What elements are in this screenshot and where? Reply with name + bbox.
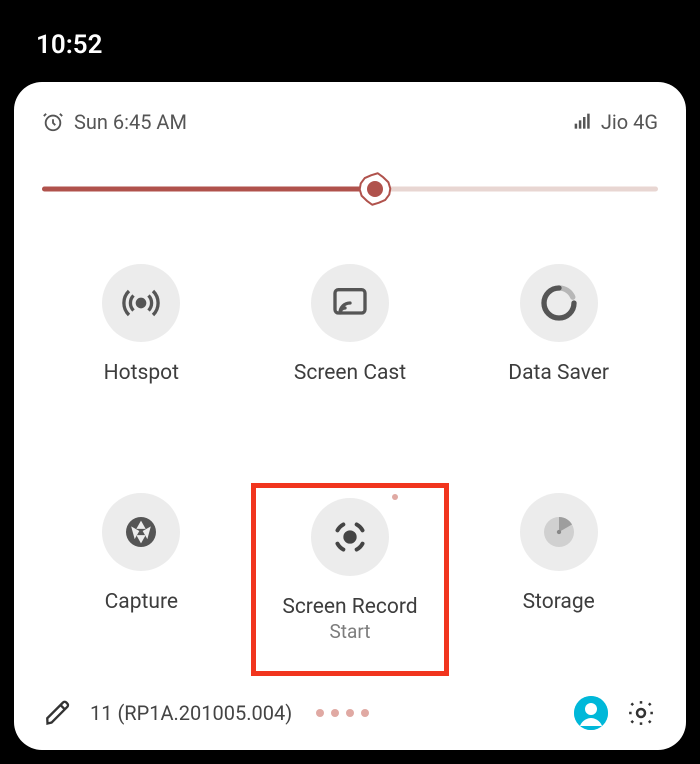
slider-thumb[interactable] (358, 172, 392, 206)
user-avatar[interactable] (574, 696, 608, 730)
page-dot (316, 709, 324, 717)
tile-label: Screen RecordStart (282, 594, 417, 644)
footer-bar: 11 (RP1A.201005.004) (42, 696, 658, 730)
tile-hotspot[interactable]: Hotspot (42, 254, 241, 413)
screencast-icon (311, 264, 389, 342)
alarm-icon (42, 111, 64, 133)
alarm-time: Sun 6:45 AM (74, 110, 187, 134)
page-indicator (316, 709, 369, 717)
tile-storage[interactable]: Storage (459, 483, 658, 676)
activity-dot (392, 494, 398, 500)
tile-screencast[interactable]: Screen Cast (251, 254, 450, 413)
tile-screenrecord[interactable]: Screen RecordStart (251, 483, 450, 676)
tile-label: Hotspot (104, 360, 179, 386)
tile-label: Screen Cast (294, 360, 406, 386)
screenrecord-icon (311, 498, 389, 576)
tiles-grid: Hotspot Screen Cast Data Saver Capture Scree… (42, 254, 658, 676)
capture-icon (102, 493, 180, 571)
hotspot-icon (102, 264, 180, 342)
slider-fill (42, 187, 375, 192)
page-dot (361, 709, 369, 717)
quick-settings-panel: Sun 6:45 AM Jio 4G HotspotScreen CastD (14, 82, 686, 750)
status-bar: Sun 6:45 AM Jio 4G (42, 110, 658, 134)
tile-label: Capture (105, 589, 178, 615)
settings-icon[interactable] (626, 698, 656, 728)
tile-sublabel: Start (282, 620, 417, 644)
datasaver-icon (520, 264, 598, 342)
tile-datasaver[interactable]: Data Saver (459, 254, 658, 413)
tile-capture[interactable]: Capture (42, 483, 241, 676)
signal-icon (573, 112, 593, 132)
page-dot (346, 709, 354, 717)
storage-icon (520, 493, 598, 571)
status-left: Sun 6:45 AM (42, 110, 187, 134)
carrier-label: Jio 4G (601, 110, 658, 134)
tile-label: Storage (523, 589, 595, 615)
build-version: 11 (RP1A.201005.004) (90, 701, 292, 725)
page-dot (331, 709, 339, 717)
device-clock: 10:52 (36, 30, 103, 60)
brightness-slider[interactable] (42, 174, 658, 204)
tile-label: Data Saver (508, 360, 609, 386)
status-right: Jio 4G (573, 110, 658, 134)
edit-icon[interactable] (44, 699, 72, 727)
